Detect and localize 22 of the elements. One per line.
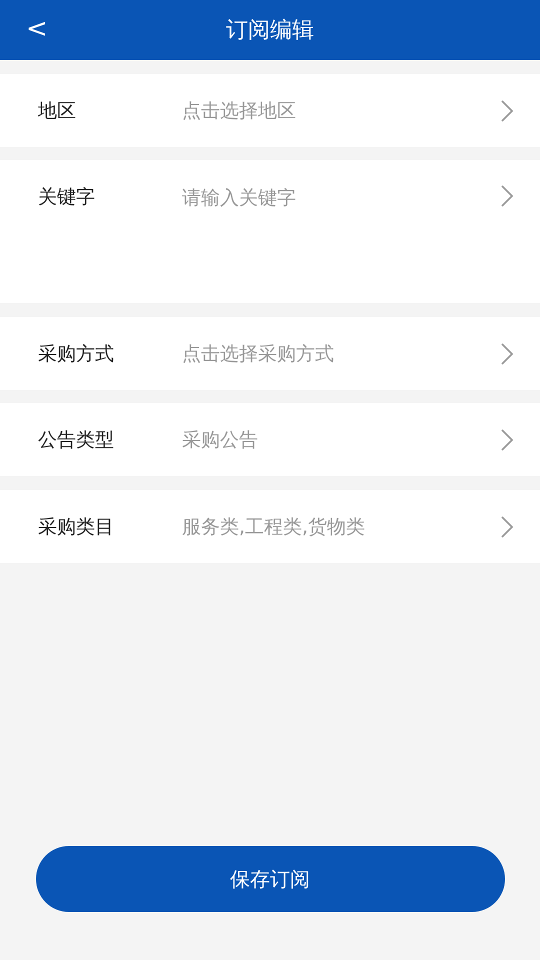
chevron-right-icon	[500, 428, 514, 452]
field-label: 采购类目	[38, 514, 115, 540]
field-placeholder: 点击选择地区	[182, 98, 297, 124]
save-button[interactable]: 保存订阅	[36, 846, 504, 912]
field-value: 采购公告	[182, 428, 259, 452]
chevron-right-icon	[500, 342, 514, 366]
back-button[interactable]: <	[18, 10, 56, 48]
field-value: 服务类,工程类,货物类	[182, 514, 366, 540]
form-row[interactable]: 采购类目 服务类,工程类,货物类	[0, 490, 540, 563]
field-label: 采购方式	[38, 342, 115, 366]
field-label: 地区	[38, 98, 77, 124]
chevron-right-icon	[500, 184, 514, 208]
chevron-right-icon	[500, 514, 514, 538]
keyword-field[interactable]: 关键字 请输入关键字	[0, 160, 540, 303]
chevron-right-icon	[500, 98, 514, 122]
field-label: 公告类型	[38, 428, 115, 452]
page-title: 订阅编辑	[226, 17, 314, 45]
field-label: 关键字	[38, 185, 96, 210]
form-row[interactable]: 公告类型 采购公告	[0, 403, 540, 476]
form-row[interactable]: 采购方式 点击选择采购方式	[0, 317, 540, 390]
form-row[interactable]: 地区 点击选择地区	[0, 74, 540, 147]
field-placeholder: 点击选择采购方式	[182, 342, 335, 366]
